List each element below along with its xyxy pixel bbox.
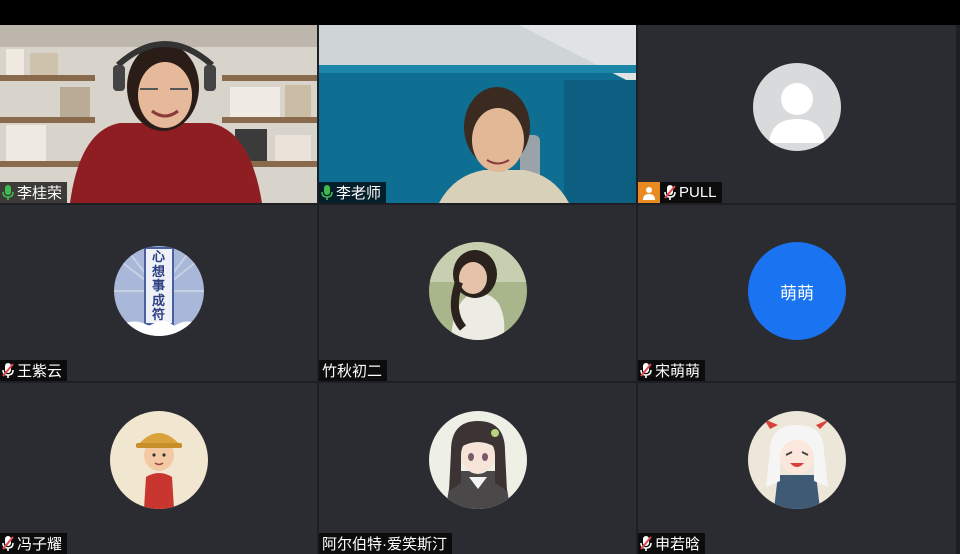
wish-talisman-avatar: 心 想 事 成 符 bbox=[113, 246, 204, 337]
participant-tile-shen-ruohan[interactable]: 申若晗 bbox=[638, 383, 956, 554]
participant-name: PULL bbox=[679, 184, 717, 201]
host-icon bbox=[638, 182, 660, 203]
participant-name: 李老师 bbox=[336, 185, 382, 202]
participant-name: 王紫云 bbox=[17, 363, 63, 380]
anime-girl-avatar bbox=[428, 410, 527, 509]
mic-muted-icon bbox=[640, 363, 652, 378]
avatar-initials: 萌萌 bbox=[780, 283, 814, 303]
participant-name-bar: 阿尔伯特·爱笑斯汀 bbox=[319, 533, 452, 554]
participant-name: 竹秋初二 bbox=[322, 363, 383, 380]
participant-name: 李桂荣 bbox=[17, 185, 63, 202]
participant-name-bar: 冯子耀 bbox=[0, 533, 68, 554]
talisman-text: 心 想 事 成 符 bbox=[151, 249, 165, 323]
participant-tile-zhu-qiu-chu-er[interactable]: 竹秋初二 bbox=[319, 205, 636, 381]
participant-name: 冯子耀 bbox=[17, 536, 63, 553]
participant-tile-pull[interactable]: PULL bbox=[638, 25, 956, 203]
mic-muted-icon bbox=[640, 536, 652, 551]
video-grid: 李桂荣 李老师 PULL 心 想 事 成 符 王紫云 竹秋初二 萌萌 宋萌萌 冯… bbox=[0, 25, 960, 554]
cartoon-boy-avatar bbox=[109, 410, 208, 509]
mic-on-icon bbox=[321, 185, 333, 200]
participant-tile-li-laoshi[interactable]: 李老师 bbox=[319, 25, 636, 203]
participant-name-bar: 李桂荣 bbox=[0, 182, 68, 203]
participant-name: 宋萌萌 bbox=[655, 363, 701, 380]
participant-tile-feng-ziyao[interactable]: 冯子耀 bbox=[0, 383, 317, 554]
top-bar bbox=[0, 0, 960, 25]
participant-video bbox=[0, 25, 317, 203]
mic-muted-icon bbox=[664, 185, 676, 200]
participant-tile-li-guirong[interactable]: 李桂荣 bbox=[0, 25, 317, 203]
participant-name-bar: 王紫云 bbox=[0, 360, 68, 381]
participant-name: 申若晗 bbox=[655, 536, 701, 553]
participant-tile-albert[interactable]: 阿尔伯特·爱笑斯汀 bbox=[319, 383, 636, 554]
initials-avatar: 萌萌 bbox=[748, 242, 846, 341]
mic-muted-icon bbox=[2, 536, 14, 551]
participant-name: 阿尔伯特·爱笑斯汀 bbox=[322, 536, 447, 553]
chibi-character-avatar bbox=[748, 410, 846, 509]
default-person-avatar bbox=[753, 62, 841, 151]
mic-muted-icon bbox=[2, 363, 14, 378]
participant-name-bar: 宋萌萌 bbox=[638, 360, 706, 381]
participant-name-bar: 李老师 bbox=[319, 182, 387, 203]
mic-on-icon bbox=[2, 185, 14, 200]
participant-name-bar: 申若晗 bbox=[638, 533, 706, 554]
participant-video bbox=[319, 25, 636, 203]
girl-photo-avatar bbox=[428, 242, 527, 341]
participant-tile-wang-ziyun[interactable]: 心 想 事 成 符 王紫云 bbox=[0, 205, 317, 381]
participant-name-bar: 竹秋初二 bbox=[319, 360, 388, 381]
participant-name-bar: PULL bbox=[638, 182, 722, 203]
participant-tile-song-mengmeng[interactable]: 萌萌 宋萌萌 bbox=[638, 205, 956, 381]
